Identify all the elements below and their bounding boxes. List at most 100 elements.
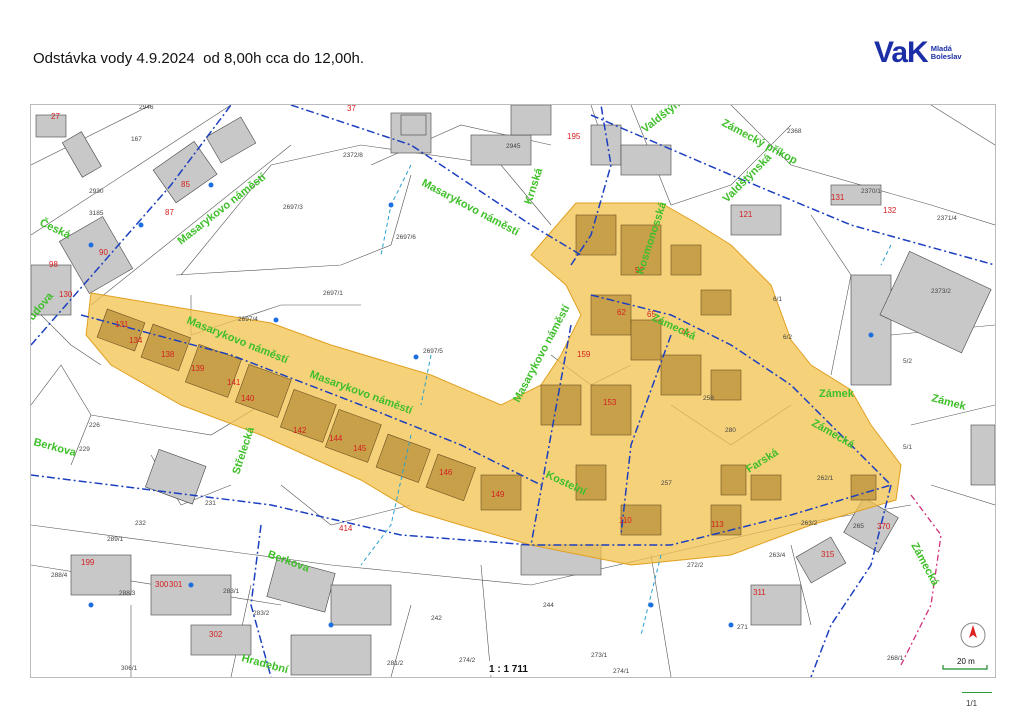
house-number: 195 (567, 132, 581, 141)
parcel-label: 244 (543, 602, 554, 609)
house-number: 27 (51, 112, 60, 121)
footer-rule (962, 692, 992, 693)
house-number: 98 (49, 260, 58, 269)
house-number: 302 (209, 630, 223, 639)
parcel-label: 262/1 (817, 475, 834, 482)
house-number: 37 (347, 105, 356, 113)
parcel-label: 274/2 (459, 657, 476, 664)
parcel-label: 242 (431, 615, 442, 622)
parcel-label: 268/1 (887, 655, 904, 662)
parcel-label: 232 (135, 520, 146, 527)
parcel-label: 2368 (787, 128, 802, 135)
house-number: 121 (739, 210, 753, 219)
street-label: Střelecká (230, 425, 257, 476)
house-number: 140 (241, 394, 255, 403)
house-number: 85 (181, 180, 190, 189)
street-label: Zámek (819, 388, 855, 400)
scalebar: 20 m (942, 657, 988, 670)
parcel-label: 226 (89, 422, 100, 429)
parcel-label: 272/2 (687, 562, 704, 569)
house-number: 146 (439, 468, 453, 477)
logo-subtitle: Mladá Boleslav (931, 45, 962, 61)
parcel-label: 2697/4 (238, 316, 258, 323)
parcel-label: 2930 (89, 188, 104, 195)
parcel-label: 5/1 (903, 444, 912, 451)
parcel-label: 2697/1 (323, 290, 343, 297)
parcel-label: 2697/6 (396, 234, 416, 241)
house-number: 199 (81, 558, 95, 567)
house-number: 113 (711, 520, 724, 529)
house-number: 134 (129, 336, 143, 345)
parcel-label: 3185 (89, 210, 104, 217)
cadastral-map[interactable]: 2946 167 2372/8 2945 2930 3185 2697/3 26… (30, 104, 996, 678)
parcel-label: 281/2 (387, 660, 404, 667)
parcel-label: 288/3 (119, 590, 136, 597)
parcel-label: 271 (737, 624, 748, 631)
logo-wordmark: VaK (874, 36, 929, 69)
parcel-label: 283/2 (253, 610, 270, 617)
parcel-label: 231 (205, 500, 216, 507)
house-number: 130 (59, 290, 73, 299)
house-number: 142 (293, 426, 307, 435)
house-number: 149 (491, 490, 505, 499)
parcel-label: 274/1 (613, 668, 630, 675)
parcel-label: 257 (661, 480, 672, 487)
page-title: Odstávka vody 4.9.2024 od 8,00h cca do 1… (33, 50, 365, 67)
house-number: 132 (883, 206, 897, 215)
page-number: 1/1 (966, 699, 978, 708)
house-number: 139 (191, 364, 205, 373)
house-number: 144 (329, 434, 343, 443)
parcel-label: 2697/3 (283, 204, 303, 211)
parcel-label: 2945 (506, 143, 521, 150)
parcel-label: 288/4 (51, 572, 68, 579)
parcel-label: 283/1 (223, 588, 240, 595)
parcel-label: 2370/1 (861, 188, 881, 195)
house-number: 131 (115, 320, 129, 329)
parcel-label: 265 (853, 523, 864, 530)
parcel-label: 167 (131, 136, 142, 143)
house-number: 159 (577, 350, 591, 359)
house-number: 153 (603, 398, 617, 407)
vak-logo: VaK Mladá Boleslav (874, 36, 962, 70)
parcel-label: 258 (703, 395, 714, 402)
parcel-label: 306/1 (121, 665, 138, 672)
house-number: 311 (753, 588, 766, 597)
parcel-label: 2697/5 (423, 348, 443, 355)
north-arrow-icon (960, 622, 986, 648)
house-number: 90 (99, 248, 108, 257)
street-label: Berkova (32, 436, 78, 459)
parcel-label: 229 (79, 446, 90, 453)
house-number: 145 (353, 444, 367, 453)
parcel-label: 5/2 (903, 358, 912, 365)
parcel-label: 2372/8 (343, 152, 363, 159)
parcel-label: 273/1 (591, 652, 608, 659)
house-number: 141 (227, 378, 241, 387)
house-number: 138 (161, 350, 175, 359)
parcel-label: 280 (725, 427, 736, 434)
house-number: 315 (821, 550, 835, 559)
parcel-label: 2371/4 (937, 215, 957, 222)
logo-subtitle-line2: Boleslav (930, 52, 962, 61)
parcel-label: 2946 (139, 105, 154, 111)
map-canvas: 2946 167 2372/8 2945 2930 3185 2697/3 26… (31, 105, 995, 677)
house-number: 414 (339, 524, 353, 533)
house-number: 87 (165, 208, 174, 217)
house-number: 370 (877, 522, 891, 531)
house-number: 131 (831, 193, 845, 202)
street-label: Česká (38, 216, 74, 242)
house-number: 301 (169, 580, 183, 589)
parcel-label: 263/4 (769, 552, 786, 559)
parcel-label: 6/1 (773, 296, 782, 303)
scalebar-label: 20 m (957, 657, 975, 666)
parcel-label: 6/2 (783, 334, 792, 341)
house-number: 62 (617, 308, 626, 317)
street-label: Krnská (522, 166, 545, 206)
street-label: Zámek (930, 392, 968, 413)
house-number: 110 (619, 516, 632, 525)
parcel-label: 289/1 (107, 536, 124, 543)
street-label: Valdštýnská (639, 105, 697, 135)
scale-text: 1 : 1 711 (489, 664, 528, 675)
parcel-label: 263/2 (801, 520, 818, 527)
parcel-label: 2373/2 (931, 288, 951, 295)
house-number: 300 (155, 580, 169, 589)
